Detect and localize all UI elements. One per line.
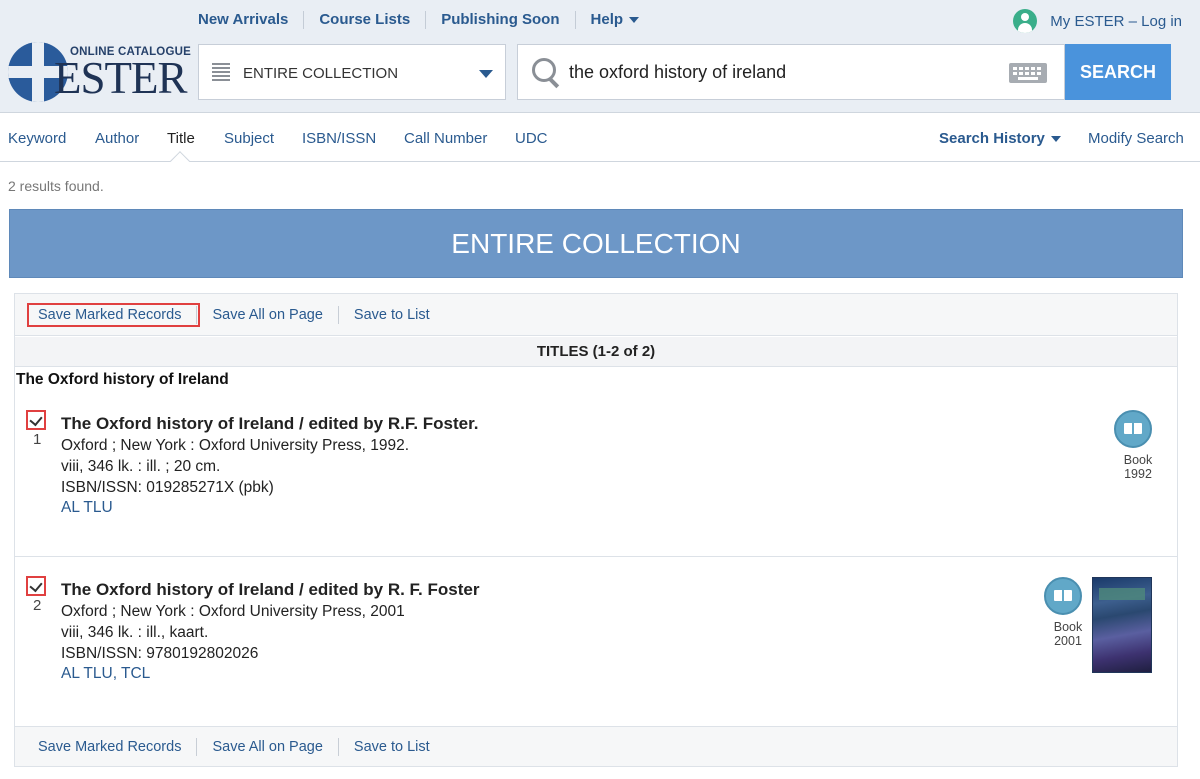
result-record: 2 The Oxford history of Ireland / edited… — [15, 558, 1177, 726]
record-year: 1992 — [1124, 467, 1152, 481]
record-isbn: ISBN/ISSN: 019285271X (pbk) — [61, 479, 274, 496]
record-publication: Oxford ; New York : Oxford University Pr… — [61, 437, 410, 454]
save-all-on-page-button[interactable]: Save All on Page — [197, 737, 339, 756]
nav-help[interactable]: Help — [576, 11, 655, 29]
tab-keyword[interactable]: Keyword — [8, 130, 66, 147]
record-publication: Oxford ; New York : Oxford University Pr… — [61, 603, 405, 620]
book-cover-image[interactable] — [1092, 577, 1152, 673]
book-icon — [1044, 577, 1082, 615]
search-input[interactable] — [569, 60, 999, 84]
save-to-list-button[interactable]: Save to List — [339, 306, 445, 324]
record-location-link[interactable]: AL TLU, TCL — [61, 665, 150, 683]
record-description: viii, 346 lk. : ill., kaart. — [61, 624, 209, 641]
record-location-link[interactable]: AL TLU — [61, 499, 113, 517]
record-year: 2001 — [1054, 634, 1082, 648]
nav-publishing-soon[interactable]: Publishing Soon — [426, 11, 576, 29]
nav-course-lists[interactable]: Course Lists — [304, 11, 427, 29]
tab-isbn-issn[interactable]: ISBN/ISSN — [302, 130, 376, 147]
save-marked-records-button[interactable]: Save Marked Records — [26, 302, 201, 327]
search-button[interactable]: SEARCH — [1065, 44, 1171, 100]
actions-bar-bottom: Save Marked Records Save All on Page Sav… — [15, 726, 1177, 766]
tab-author[interactable]: Author — [95, 130, 139, 147]
result-record: 1 The Oxford history of Ireland / edited… — [15, 392, 1177, 557]
header: New Arrivals Course Lists Publishing Soo… — [0, 0, 1200, 113]
record-description: viii, 346 lk. : ill. ; 20 cm. — [61, 458, 221, 475]
book-icon — [1114, 410, 1152, 448]
keyboard-icon[interactable] — [1009, 63, 1047, 83]
tab-title[interactable]: Title — [167, 130, 195, 147]
search-history-dropdown[interactable]: Search History — [939, 130, 1061, 147]
save-marked-records-button[interactable]: Save Marked Records — [30, 737, 198, 756]
collection-select-value: ENTIRE COLLECTION — [243, 65, 399, 82]
record-checkbox[interactable] — [26, 410, 46, 430]
search-icon — [532, 58, 562, 90]
user-icon — [1013, 9, 1038, 33]
record-checkbox[interactable] — [26, 576, 46, 596]
collection-banner: ENTIRE COLLECTION — [9, 209, 1183, 278]
record-number: 1 — [33, 431, 42, 448]
ester-logo[interactable]: ONLINE CATALOGUE ESTER — [8, 42, 191, 102]
results-count: 2 results found. — [8, 178, 104, 194]
chevron-down-icon — [479, 70, 493, 78]
chevron-down-icon — [629, 17, 640, 24]
nav-help-label: Help — [590, 11, 624, 28]
logo-title: ESTER — [54, 53, 188, 103]
nav-new-arrivals[interactable]: New Arrivals — [183, 11, 305, 29]
tab-udc[interactable]: UDC — [515, 130, 548, 147]
actions-bar-top: Save Marked Records Save All on Page Sav… — [15, 294, 1177, 336]
collection-select[interactable]: ENTIRE COLLECTION — [198, 44, 506, 100]
record-title-link[interactable]: The Oxford history of Ireland / edited b… — [61, 580, 479, 600]
record-isbn: ISBN/ISSN: 9780192802026 — [61, 645, 259, 662]
chevron-down-icon — [1050, 136, 1061, 143]
tab-subject[interactable]: Subject — [224, 130, 274, 147]
record-title-link[interactable]: The Oxford history of Ireland / edited b… — [61, 414, 479, 434]
record-number: 2 — [33, 597, 42, 614]
my-ester-label: My ESTER – Log in — [1050, 12, 1182, 30]
modify-search-link[interactable]: Modify Search — [1088, 130, 1184, 147]
group-title: The Oxford history of Ireland — [16, 371, 229, 388]
record-format: Book — [1123, 453, 1153, 467]
my-ester-login[interactable]: My ESTER – Log in — [1013, 9, 1182, 33]
save-to-list-button[interactable]: Save to List — [339, 738, 445, 756]
titles-heading: TITLES (1-2 of 2) — [15, 337, 1177, 367]
top-nav: New Arrivals Course Lists Publishing Soo… — [183, 11, 654, 29]
results-panel: Save Marked Records Save All on Page Sav… — [14, 293, 1178, 767]
list-icon — [212, 63, 230, 83]
record-format: Book — [1053, 620, 1083, 634]
tab-call-number[interactable]: Call Number — [404, 130, 487, 147]
search-box — [517, 44, 1065, 100]
save-all-on-page-button[interactable]: Save All on Page — [197, 305, 339, 324]
search-history-label: Search History — [939, 130, 1045, 147]
